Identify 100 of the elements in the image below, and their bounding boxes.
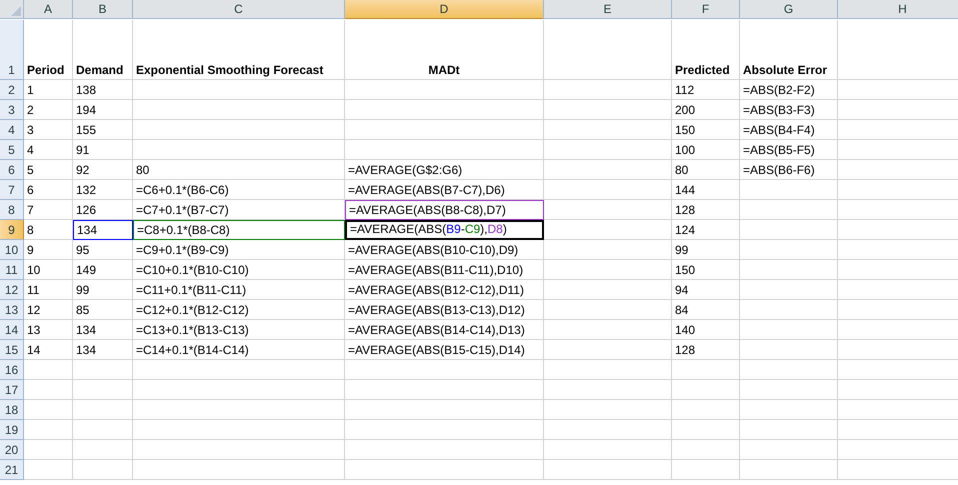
table-cell[interactable]: =AVERAGE(ABS(B13-C13),D12) — [345, 300, 544, 320]
table-cell[interactable]: 128 — [672, 200, 740, 220]
column-header[interactable]: H — [838, 0, 958, 19]
row-header[interactable]: 7 — [0, 180, 24, 200]
empty-cell[interactable] — [740, 320, 838, 340]
empty-cell[interactable] — [73, 440, 133, 460]
table-cell[interactable]: 80 — [672, 160, 740, 180]
empty-cell[interactable] — [544, 140, 672, 160]
table-cell[interactable]: =AVERAGE(G$2:G6) — [345, 160, 544, 180]
empty-cell[interactable] — [345, 420, 544, 440]
table-cell[interactable]: 10 — [24, 260, 73, 280]
empty-cell[interactable] — [73, 380, 133, 400]
table-cell[interactable]: 126 — [73, 200, 133, 220]
column-header[interactable]: C — [133, 0, 345, 19]
empty-cell[interactable] — [133, 100, 345, 120]
empty-cell[interactable] — [740, 400, 838, 420]
empty-cell[interactable] — [133, 360, 345, 380]
empty-cell[interactable] — [672, 440, 740, 460]
table-cell[interactable]: =C12+0.1*(B12-C12) — [133, 300, 345, 320]
table-cell[interactable]: 3 — [24, 120, 73, 140]
row-header[interactable]: 1 — [0, 20, 24, 80]
table-cell[interactable]: 124 — [672, 220, 740, 240]
table-cell[interactable]: 91 — [73, 140, 133, 160]
table-cell[interactable]: =ABS(B2-F2) — [740, 80, 838, 100]
table-cell[interactable]: 1 — [24, 80, 73, 100]
empty-cell[interactable] — [544, 80, 672, 100]
table-cell[interactable]: =AVERAGE(ABS(B15-C15),D14) — [345, 340, 544, 360]
empty-cell[interactable] — [345, 360, 544, 380]
table-cell[interactable]: =C14+0.1*(B14-C14) — [133, 340, 345, 360]
table-cell[interactable]: =AVERAGE(ABS(B10-C10),D9) — [345, 240, 544, 260]
empty-cell[interactable] — [740, 360, 838, 380]
row-header[interactable]: 19 — [0, 420, 24, 440]
row-header[interactable]: 13 — [0, 300, 24, 320]
empty-cell[interactable] — [740, 440, 838, 460]
empty-cell[interactable] — [73, 400, 133, 420]
table-cell[interactable]: =ABS(B3-F3) — [740, 100, 838, 120]
empty-cell[interactable] — [544, 360, 672, 380]
empty-cell[interactable] — [345, 400, 544, 420]
empty-cell[interactable] — [544, 340, 672, 360]
table-cell[interactable]: 99 — [672, 240, 740, 260]
table-cell[interactable]: 150 — [672, 120, 740, 140]
empty-cell[interactable] — [740, 380, 838, 400]
empty-cell[interactable] — [544, 280, 672, 300]
table-cell[interactable]: =ABS(B4-F4) — [740, 120, 838, 140]
empty-cell[interactable] — [740, 460, 838, 480]
column-title[interactable]: Period — [24, 20, 73, 80]
empty-cell[interactable] — [672, 460, 740, 480]
table-cell[interactable]: 7 — [24, 200, 73, 220]
table-cell[interactable]: 100 — [672, 140, 740, 160]
table-cell[interactable]: 85 — [73, 300, 133, 320]
empty-cell[interactable] — [544, 200, 672, 220]
table-cell[interactable]: 80 — [133, 160, 345, 180]
column-header[interactable]: F — [672, 0, 740, 19]
column-title[interactable]: Absolute Error — [740, 20, 838, 80]
table-cell[interactable]: 150 — [672, 260, 740, 280]
table-cell[interactable]: 14 — [24, 340, 73, 360]
row-header[interactable]: 6 — [0, 160, 24, 180]
table-cell[interactable]: =C9+0.1*(B9-C9) — [133, 240, 345, 260]
row-header[interactable]: 5 — [0, 140, 24, 160]
empty-cell[interactable] — [544, 380, 672, 400]
empty-cell[interactable] — [740, 180, 838, 200]
table-cell[interactable]: 5 — [24, 160, 73, 180]
empty-cell[interactable] — [544, 180, 672, 200]
select-all-button[interactable] — [0, 0, 24, 19]
empty-cell[interactable] — [133, 140, 345, 160]
table-cell[interactable]: =C7+0.1*(B7-C7) — [133, 200, 345, 220]
empty-cell[interactable] — [740, 420, 838, 440]
empty-cell[interactable] — [345, 100, 544, 120]
empty-cell[interactable] — [345, 440, 544, 460]
row-header[interactable]: 10 — [0, 240, 24, 260]
column-title[interactable]: Predicted — [672, 20, 740, 80]
empty-cell[interactable] — [73, 420, 133, 440]
empty-cell[interactable] — [740, 200, 838, 220]
empty-cell[interactable] — [544, 400, 672, 420]
empty-cell[interactable] — [740, 280, 838, 300]
table-cell[interactable]: 144 — [672, 180, 740, 200]
row-header[interactable]: 8 — [0, 200, 24, 220]
empty-cell[interactable] — [544, 420, 672, 440]
row-header[interactable]: 17 — [0, 380, 24, 400]
table-cell[interactable]: 132 — [73, 180, 133, 200]
empty-cell[interactable] — [544, 260, 672, 280]
empty-cell[interactable] — [672, 420, 740, 440]
empty-cell[interactable] — [544, 460, 672, 480]
table-cell[interactable]: 149 — [73, 260, 133, 280]
table-cell[interactable]: =C11+0.1*(B11-C11) — [133, 280, 345, 300]
empty-cell[interactable] — [345, 140, 544, 160]
table-cell[interactable]: 9 — [24, 240, 73, 260]
empty-cell[interactable] — [672, 380, 740, 400]
empty-cell[interactable] — [345, 460, 544, 480]
empty-cell[interactable] — [740, 340, 838, 360]
empty-cell[interactable] — [133, 380, 345, 400]
empty-cell[interactable] — [544, 440, 672, 460]
table-cell[interactable]: 128 — [672, 340, 740, 360]
row-header[interactable]: 14 — [0, 320, 24, 340]
empty-cell[interactable] — [672, 360, 740, 380]
empty-cell[interactable] — [544, 120, 672, 140]
row-header[interactable]: 20 — [0, 440, 24, 460]
row-header[interactable]: 15 — [0, 340, 24, 360]
row-header[interactable]: 16 — [0, 360, 24, 380]
empty-cell[interactable] — [740, 220, 838, 240]
